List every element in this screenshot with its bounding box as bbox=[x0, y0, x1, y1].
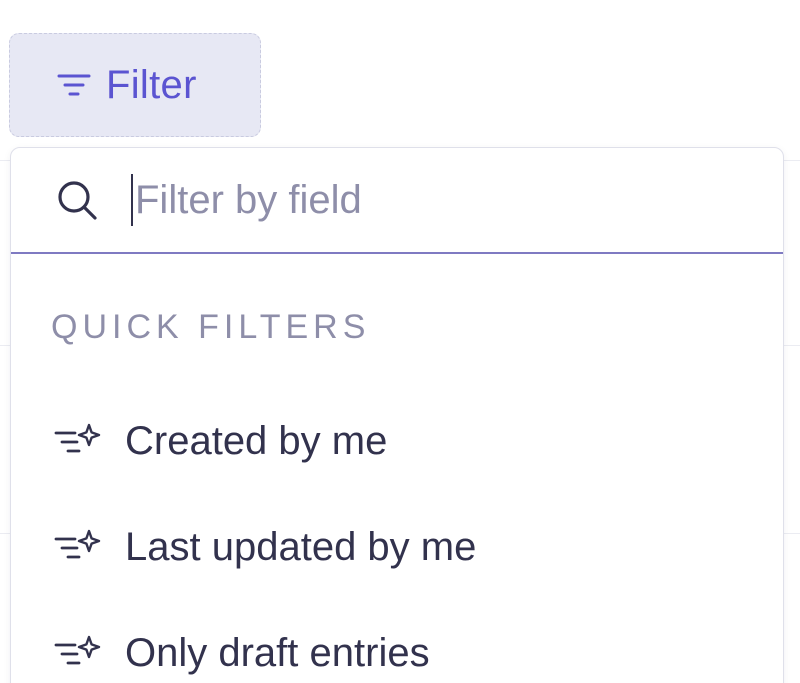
quick-filter-last-updated-by-me[interactable]: Last updated by me bbox=[53, 494, 753, 600]
magic-filter-icon bbox=[53, 421, 107, 461]
filter-icon bbox=[56, 67, 92, 103]
search-input[interactable] bbox=[131, 174, 695, 226]
quick-filters-heading: QUICK FILTERS bbox=[51, 308, 371, 346]
search-row bbox=[11, 148, 783, 254]
filter-dropdown: QUICK FILTERS Created by me bbox=[10, 147, 784, 683]
quick-filters-list: Created by me Last updated by me Only dr… bbox=[53, 388, 753, 683]
search-icon bbox=[53, 176, 101, 224]
magic-filter-icon bbox=[53, 527, 107, 567]
page: Filter QUICK FILTERS bbox=[0, 0, 800, 683]
filter-button[interactable]: Filter bbox=[9, 33, 261, 137]
magic-filter-icon bbox=[53, 633, 107, 673]
quick-filter-label: Last updated by me bbox=[125, 524, 477, 569]
quick-filter-created-by-me[interactable]: Created by me bbox=[53, 388, 753, 494]
quick-filter-label: Created by me bbox=[125, 418, 388, 463]
quick-filter-label: Only draft entries bbox=[125, 630, 430, 675]
quick-filter-only-draft-entries[interactable]: Only draft entries bbox=[53, 600, 753, 683]
filter-button-label: Filter bbox=[106, 62, 197, 107]
